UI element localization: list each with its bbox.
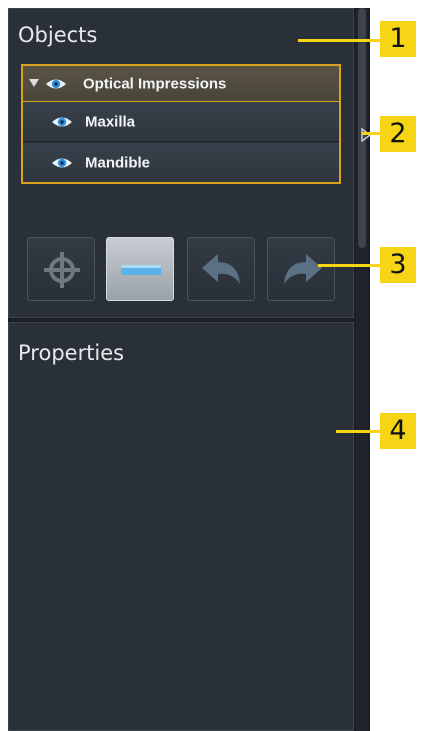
expand-arrow-icon[interactable] [29, 79, 39, 87]
crosshair-icon [44, 252, 80, 288]
tree-item-label: Optical Impressions [83, 75, 227, 92]
tree-item-optical-impressions[interactable]: Optical Impressions [23, 66, 339, 102]
callout-badge-3: 3 [380, 247, 416, 283]
objects-panel: Objects Optical Impressions Maxilla Mand… [8, 8, 354, 318]
object-tree: Optical Impressions Maxilla Mandible [21, 64, 341, 184]
properties-panel-title: Properties [18, 341, 125, 365]
tree-item-mandible[interactable]: Mandible [23, 143, 339, 182]
collapse-objects-button[interactable] [106, 237, 174, 301]
eye-icon[interactable] [51, 156, 73, 170]
tree-item-label: Maxilla [85, 113, 136, 130]
callout-line-2 [362, 132, 382, 135]
undo-icon [202, 254, 240, 284]
properties-panel: Properties [8, 322, 354, 731]
callout-badge-2: 2 [380, 116, 416, 152]
undo-button[interactable] [187, 237, 255, 301]
objects-panel-title: Objects [18, 23, 98, 47]
eye-icon[interactable] [45, 77, 67, 91]
tree-item-maxilla[interactable]: Maxilla [23, 102, 339, 142]
focus-object-button[interactable] [27, 237, 95, 301]
tree-item-label: Mandible [85, 154, 151, 171]
eye-icon[interactable] [51, 115, 73, 129]
callout-line-3 [318, 264, 382, 267]
minus-icon [121, 265, 161, 275]
callout-line-4 [336, 430, 382, 433]
software-sidebar: Objects Optical Impressions Maxilla Mand… [8, 8, 371, 731]
redo-button[interactable] [267, 237, 335, 301]
collapse-arrow-icon[interactable] [361, 128, 371, 142]
callout-badge-4: 4 [380, 413, 416, 449]
callout-line-1 [298, 39, 382, 42]
callout-badge-1: 1 [380, 21, 416, 57]
redo-icon [284, 254, 322, 284]
